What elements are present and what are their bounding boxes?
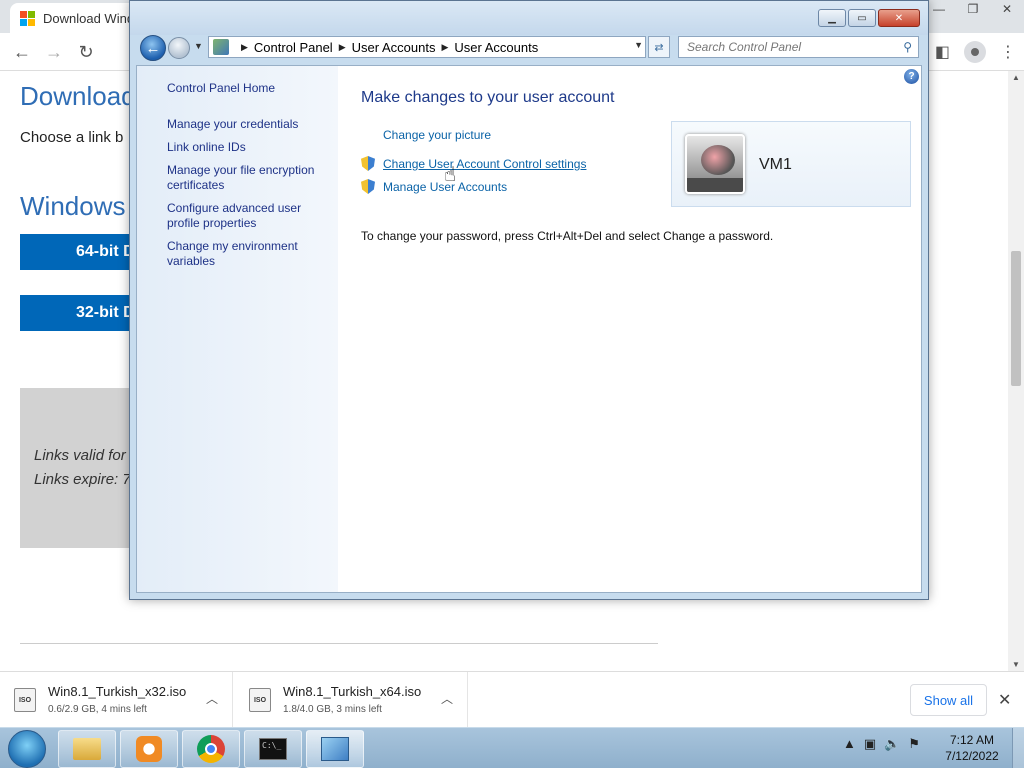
volume-icon[interactable]: 🔈 bbox=[884, 736, 900, 752]
browser-toolbar-icons: ◧ ⋮ bbox=[935, 41, 1016, 63]
windows-heading: Windows bbox=[20, 191, 126, 221]
sidebar-item-credentials[interactable]: Manage your credentials bbox=[167, 117, 298, 132]
sidebar: Control Panel Home Manage your credentia… bbox=[137, 66, 338, 592]
address-bar[interactable]: ▶ Control Panel ▶ User Accounts ▶ User A… bbox=[208, 36, 646, 58]
scroll-down-icon[interactable]: ▼ bbox=[1012, 660, 1020, 669]
menu-dots-icon[interactable]: ⋮ bbox=[1000, 42, 1016, 62]
download-item[interactable]: ISO Win8.1_Turkish_x32.iso 0.6/2.9 GB, 4… bbox=[0, 672, 233, 728]
reload-icon[interactable]: ↻ bbox=[74, 41, 98, 63]
password-note: To change your password, press Ctrl+Alt+… bbox=[361, 229, 774, 243]
taskbar-media-player[interactable] bbox=[120, 730, 178, 768]
breadcrumb-user-accounts-current[interactable]: User Accounts bbox=[454, 40, 538, 55]
clock-time: 7:12 AM bbox=[949, 733, 995, 747]
shield-icon bbox=[361, 179, 375, 194]
sidebar-item-environment-variables[interactable]: Change my environment variables bbox=[167, 239, 312, 269]
links-valid-text: Links valid for bbox=[34, 447, 126, 464]
links-expire-text: Links expire: 7 bbox=[34, 471, 131, 488]
window-titlebar[interactable]: ▁ ▭ ✕ bbox=[130, 1, 928, 35]
download-status: 1.8/4.0 GB, 3 mins left bbox=[283, 704, 382, 715]
scroll-up-icon[interactable]: ▲ bbox=[1012, 73, 1020, 82]
command-prompt-icon: C:\_ bbox=[259, 738, 287, 760]
sidebar-item-profile-properties[interactable]: Configure advanced user profile properti… bbox=[167, 201, 312, 231]
taskbar-cmd[interactable]: C:\_ bbox=[244, 730, 302, 768]
show-desktop-button[interactable] bbox=[1012, 728, 1024, 768]
download-filename: Win8.1_Turkish_x64.iso bbox=[283, 684, 422, 699]
taskbar-control-panel[interactable] bbox=[306, 730, 364, 768]
search-placeholder: Search Control Panel bbox=[687, 40, 802, 54]
page-title: Make changes to your user account bbox=[361, 89, 615, 106]
search-icon[interactable]: ⚲ bbox=[903, 40, 912, 54]
folder-icon bbox=[73, 738, 101, 760]
system-tray: ▲ ▣ 🔈 ⚑ bbox=[843, 736, 920, 752]
clock-date: 7/12/2022 bbox=[945, 749, 999, 763]
change-uac-settings-link[interactable]: Change User Account Control settings bbox=[383, 157, 586, 171]
sidebar-item-file-encryption[interactable]: Manage your file encryption certificates bbox=[167, 163, 327, 193]
browser-close-button[interactable]: ✕ bbox=[990, 0, 1024, 18]
user-account-card: VM1 bbox=[671, 121, 911, 207]
sidebar-item-online-ids[interactable]: Link online IDs bbox=[167, 140, 246, 155]
breadcrumb-arrow-icon[interactable]: ▶ bbox=[441, 42, 448, 53]
hand-cursor-icon: ☝ bbox=[444, 164, 457, 186]
history-dropdown-icon[interactable]: ▼ bbox=[194, 41, 203, 51]
download-item[interactable]: ISO Win8.1_Turkish_x64.iso 1.8/4.0 GB, 3… bbox=[235, 672, 468, 728]
back-button[interactable]: ← bbox=[140, 35, 166, 61]
media-player-icon bbox=[136, 736, 162, 762]
download-bar: ISO Win8.1_Turkish_x32.iso 0.6/2.9 GB, 4… bbox=[0, 671, 1024, 728]
page-subtext: Choose a link b bbox=[20, 129, 124, 146]
show-all-button[interactable]: Show all bbox=[910, 684, 987, 716]
refresh-button[interactable]: ⇄ bbox=[648, 36, 670, 58]
taskbar: C:\_ ▲ ▣ 🔈 ⚑ 7:12 AM 7/12/2022 bbox=[0, 727, 1024, 768]
close-button[interactable]: ✕ bbox=[878, 9, 920, 27]
control-panel-content: Control Panel Home Manage your credentia… bbox=[136, 65, 922, 593]
network-icon[interactable]: ▣ bbox=[864, 736, 876, 752]
microsoft-logo-icon bbox=[20, 10, 35, 26]
clock[interactable]: 7:12 AM 7/12/2022 bbox=[940, 732, 1004, 764]
tray-expand-icon[interactable]: ▲ bbox=[843, 736, 856, 752]
forward-arrow-icon[interactable]: → bbox=[42, 41, 66, 63]
breadcrumb-control-panel[interactable]: Control Panel bbox=[254, 40, 333, 55]
window-controls: ▁ ▭ ✕ bbox=[818, 9, 920, 27]
maximize-button[interactable]: ▭ bbox=[848, 9, 876, 27]
control-panel-icon bbox=[321, 737, 349, 761]
page-heading: Download bbox=[20, 81, 136, 111]
iso-file-icon: ISO bbox=[249, 688, 271, 712]
close-icon[interactable]: ✕ bbox=[998, 690, 1011, 710]
sidebar-item-control-panel-home[interactable]: Control Panel Home bbox=[167, 81, 275, 96]
back-arrow-icon[interactable]: ← bbox=[10, 41, 34, 63]
start-button[interactable] bbox=[8, 730, 46, 768]
taskbar-explorer[interactable] bbox=[58, 730, 116, 768]
minimize-button[interactable]: ▁ bbox=[818, 9, 846, 27]
divider bbox=[20, 643, 658, 644]
search-input[interactable]: Search Control Panel ⚲ bbox=[678, 36, 919, 58]
browser-tab-title: Download Wind bbox=[43, 10, 135, 26]
profile-icon[interactable] bbox=[964, 41, 986, 63]
scroll-thumb[interactable] bbox=[1011, 251, 1021, 386]
control-panel-icon bbox=[213, 39, 229, 55]
chevron-up-icon[interactable]: ︿ bbox=[206, 690, 218, 707]
control-panel-window: ▁ ▭ ✕ ← ▼ ▶ Control Panel ▶ User Account… bbox=[129, 0, 929, 600]
page-scrollbar[interactable]: ▲ ▼ bbox=[1008, 71, 1024, 671]
breadcrumb-arrow-icon[interactable]: ▶ bbox=[241, 42, 248, 53]
avatar bbox=[685, 134, 745, 194]
shield-icon bbox=[361, 156, 375, 171]
chrome-icon bbox=[197, 735, 225, 763]
browser-restore-button[interactable]: ❐ bbox=[956, 0, 990, 18]
help-icon[interactable]: ? bbox=[904, 69, 919, 84]
address-dropdown-icon[interactable]: ▼ bbox=[634, 40, 643, 50]
sidebar-icon[interactable]: ◧ bbox=[935, 42, 950, 62]
breadcrumb-user-accounts[interactable]: User Accounts bbox=[352, 40, 436, 55]
download-filename: Win8.1_Turkish_x32.iso bbox=[48, 684, 187, 699]
action-center-icon[interactable]: ⚑ bbox=[908, 736, 920, 752]
change-picture-link[interactable]: Change your picture bbox=[383, 128, 491, 142]
iso-file-icon: ISO bbox=[14, 688, 36, 712]
taskbar-chrome[interactable] bbox=[182, 730, 240, 768]
browser-window-controls: — ❐ ✕ bbox=[922, 0, 1024, 18]
chevron-up-icon[interactable]: ︿ bbox=[441, 690, 453, 707]
user-name: VM1 bbox=[759, 156, 792, 173]
breadcrumb-arrow-icon[interactable]: ▶ bbox=[339, 42, 346, 53]
forward-button[interactable] bbox=[168, 37, 190, 59]
download-status: 0.6/2.9 GB, 4 mins left bbox=[48, 704, 147, 715]
